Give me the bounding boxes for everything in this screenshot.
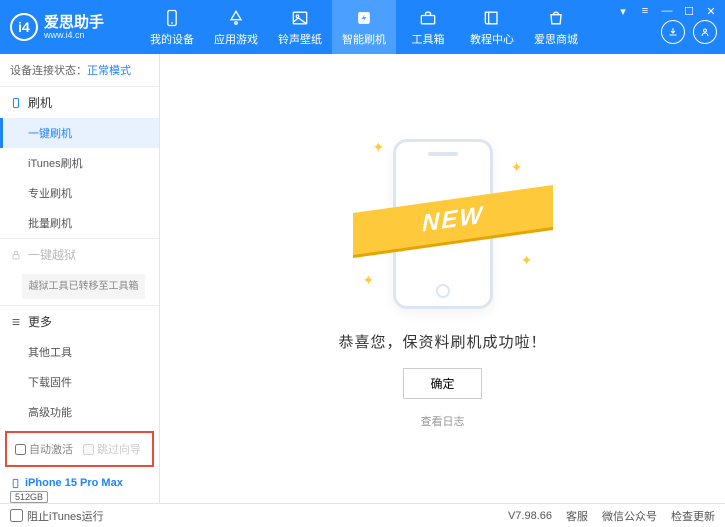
toolbox-icon bbox=[418, 8, 438, 28]
success-illustration: NEW ✦ ✦ ✦ ✦ bbox=[343, 129, 543, 319]
nav-flash[interactable]: 智能刷机 bbox=[332, 0, 396, 54]
success-message: 恭喜您，保资料刷机成功啦！ bbox=[338, 331, 546, 352]
nav-my-device[interactable]: 我的设备 bbox=[140, 0, 204, 54]
app-url: www.i4.cn bbox=[44, 30, 104, 40]
titlebar: i4 爱思助手 www.i4.cn 我的设备 应用游戏 铃声壁纸 智能刷机 工具… bbox=[0, 0, 725, 54]
statusbar: 阻止iTunes运行 V7.98.66 客服 微信公众号 检查更新 bbox=[0, 503, 725, 527]
main-nav: 我的设备 应用游戏 铃声壁纸 智能刷机 工具箱 教程中心 爱思商城 bbox=[140, 0, 588, 54]
menu-group-flash[interactable]: 刷机 bbox=[0, 87, 159, 118]
flash-icon bbox=[354, 8, 374, 28]
storage-badge: 512GB bbox=[10, 491, 48, 503]
phone-icon bbox=[10, 478, 21, 489]
main-content: NEW ✦ ✦ ✦ ✦ 恭喜您，保资料刷机成功啦！ 确定 查看日志 bbox=[160, 54, 725, 503]
view-log-link[interactable]: 查看日志 bbox=[421, 413, 465, 429]
download-icon[interactable] bbox=[661, 20, 685, 44]
nav-tutorials[interactable]: 教程中心 bbox=[460, 0, 524, 54]
phone-icon bbox=[10, 97, 22, 109]
connection-status: 设备连接状态：正常模式 bbox=[0, 54, 159, 87]
image-icon bbox=[290, 8, 310, 28]
menu-itunes-flash[interactable]: iTunes刷机 bbox=[0, 148, 159, 178]
menu-batch-flash[interactable]: 批量刷机 bbox=[0, 208, 159, 238]
close-icon[interactable]: ✕ bbox=[703, 4, 719, 18]
sidebar: 设备连接状态：正常模式 刷机 一键刷机 iTunes刷机 专业刷机 批量刷机 一… bbox=[0, 54, 160, 503]
menu-one-click-flash[interactable]: 一键刷机 bbox=[0, 118, 159, 148]
pane-icon[interactable]: ≡ bbox=[637, 4, 653, 18]
nav-toolbox[interactable]: 工具箱 bbox=[396, 0, 460, 54]
jailbreak-note: 越狱工具已转移至工具箱 bbox=[22, 274, 145, 299]
device-info[interactable]: iPhone 15 Pro Max 512GB iPhone bbox=[0, 471, 159, 503]
nav-apps[interactable]: 应用游戏 bbox=[204, 0, 268, 54]
device-name-label: iPhone 15 Pro Max bbox=[25, 477, 123, 489]
logo-area: i4 爱思助手 www.i4.cn bbox=[0, 13, 140, 41]
menu-advanced[interactable]: 高级功能 bbox=[0, 397, 159, 427]
app-icon bbox=[226, 8, 246, 28]
footer-wechat[interactable]: 微信公众号 bbox=[602, 508, 657, 524]
phone-icon bbox=[162, 8, 182, 28]
footer-service[interactable]: 客服 bbox=[566, 508, 588, 524]
book-icon bbox=[482, 8, 502, 28]
minimize-icon[interactable]: — bbox=[659, 4, 675, 18]
menu-other-tools[interactable]: 其他工具 bbox=[0, 337, 159, 367]
new-ribbon: NEW bbox=[353, 199, 553, 241]
nav-store[interactable]: 爱思商城 bbox=[524, 0, 588, 54]
checkbox-skip-wizard[interactable]: 跳过向导 bbox=[83, 441, 141, 457]
app-name: 爱思助手 bbox=[44, 15, 104, 30]
checkbox-auto-activate[interactable]: 自动激活 bbox=[15, 441, 73, 457]
footer-update[interactable]: 检查更新 bbox=[671, 508, 715, 524]
menu-download-firmware[interactable]: 下载固件 bbox=[0, 367, 159, 397]
menu-group-jailbreak: 一键越狱 bbox=[0, 239, 159, 270]
list-icon bbox=[10, 316, 22, 328]
window-controls: ▾ ≡ — ☐ ✕ bbox=[615, 4, 719, 18]
checkbox-block-itunes[interactable]: 阻止iTunes运行 bbox=[10, 508, 104, 524]
menu-pro-flash[interactable]: 专业刷机 bbox=[0, 178, 159, 208]
lock-icon bbox=[10, 249, 22, 261]
logo-icon: i4 bbox=[10, 13, 38, 41]
options-highlight-box: 自动激活 跳过向导 bbox=[5, 431, 154, 467]
user-icon[interactable] bbox=[693, 20, 717, 44]
version-label: V7.98.66 bbox=[508, 510, 552, 522]
nav-ringtones[interactable]: 铃声壁纸 bbox=[268, 0, 332, 54]
maximize-icon[interactable]: ☐ bbox=[681, 4, 697, 18]
menu-group-more[interactable]: 更多 bbox=[0, 306, 159, 337]
user-actions bbox=[661, 20, 717, 44]
bag-icon bbox=[546, 8, 566, 28]
menu-icon[interactable]: ▾ bbox=[615, 4, 631, 18]
confirm-button[interactable]: 确定 bbox=[403, 368, 481, 399]
